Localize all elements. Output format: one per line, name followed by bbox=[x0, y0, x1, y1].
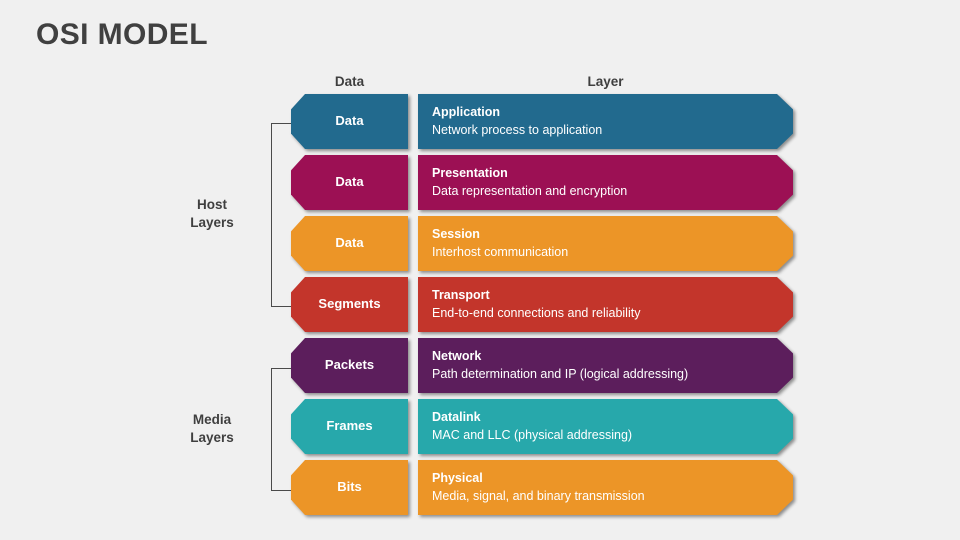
layer-shape-1: Application Network process to applicati… bbox=[418, 94, 793, 149]
layer-name-6: Datalink bbox=[432, 410, 481, 425]
osi-row-network: Packets Network Path determination and I… bbox=[0, 338, 960, 393]
data-unit-shape-1: Data bbox=[291, 94, 408, 149]
osi-row-physical: Bits Physical Media, signal, and binary … bbox=[0, 460, 960, 515]
data-unit-label-3: Data bbox=[335, 235, 364, 251]
data-unit-shape-7: Bits bbox=[291, 460, 408, 515]
osi-row-presentation: Data Presentation Data representation an… bbox=[0, 155, 960, 210]
osi-model-diagram: Host Layers Media Layers Data Applicatio… bbox=[0, 0, 960, 540]
layer-desc-6: MAC and LLC (physical addressing) bbox=[432, 427, 633, 442]
layer-shape-5: Network Path determination and IP (logic… bbox=[418, 338, 793, 393]
data-unit-box-4[interactable]: Segments bbox=[291, 277, 408, 332]
data-unit-box-6[interactable]: Frames bbox=[291, 399, 408, 454]
layer-name-4: Transport bbox=[432, 288, 490, 303]
data-unit-box-2[interactable]: Data bbox=[291, 155, 408, 210]
osi-row-datalink: Frames Datalink MAC and LLC (physical ad… bbox=[0, 399, 960, 454]
data-unit-shape-5: Packets bbox=[291, 338, 408, 393]
data-unit-shape-2: Data bbox=[291, 155, 408, 210]
layer-box-6[interactable]: Datalink MAC and LLC (physical addressin… bbox=[418, 399, 793, 454]
data-unit-box-1[interactable]: Data bbox=[291, 94, 408, 149]
layer-name-3: Session bbox=[432, 227, 480, 242]
layer-name-7: Physical bbox=[432, 471, 483, 486]
data-unit-label-6: Frames bbox=[326, 418, 373, 434]
osi-row-session: Data Session Interhost communication bbox=[0, 216, 960, 271]
layer-shape-3: Session Interhost communication bbox=[418, 216, 793, 271]
osi-row-transport: Segments Transport End-to-end connection… bbox=[0, 277, 960, 332]
layer-shape-6: Datalink MAC and LLC (physical addressin… bbox=[418, 399, 793, 454]
layer-box-7[interactable]: Physical Media, signal, and binary trans… bbox=[418, 460, 793, 515]
layer-shape-4: Transport End-to-end connections and rel… bbox=[418, 277, 793, 332]
layer-box-4[interactable]: Transport End-to-end connections and rel… bbox=[418, 277, 793, 332]
data-unit-label-4: Segments bbox=[318, 296, 381, 312]
data-unit-label-1: Data bbox=[335, 113, 364, 129]
data-unit-label-7: Bits bbox=[337, 479, 362, 495]
data-unit-shape-3: Data bbox=[291, 216, 408, 271]
data-unit-shape-6: Frames bbox=[291, 399, 408, 454]
layer-desc-1: Network process to application bbox=[432, 122, 603, 137]
layer-desc-3: Interhost communication bbox=[432, 244, 569, 259]
layer-name-1: Application bbox=[432, 105, 501, 120]
data-unit-label-2: Data bbox=[335, 174, 364, 190]
layer-desc-4: End-to-end connections and reliability bbox=[432, 305, 641, 320]
layer-shape-7: Physical Media, signal, and binary trans… bbox=[418, 460, 793, 515]
data-unit-shape-4: Segments bbox=[291, 277, 408, 332]
data-unit-box-5[interactable]: Packets bbox=[291, 338, 408, 393]
layer-box-1[interactable]: Application Network process to applicati… bbox=[418, 94, 793, 149]
layer-name-2: Presentation bbox=[432, 166, 508, 181]
layer-box-2[interactable]: Presentation Data representation and enc… bbox=[418, 155, 793, 210]
data-unit-label-5: Packets bbox=[324, 357, 375, 373]
layer-box-3[interactable]: Session Interhost communication bbox=[418, 216, 793, 271]
layer-box-5[interactable]: Network Path determination and IP (logic… bbox=[418, 338, 793, 393]
osi-row-application: Data Application Network process to appl… bbox=[0, 94, 960, 149]
layer-name-5: Network bbox=[432, 349, 482, 364]
layer-desc-2: Data representation and encryption bbox=[432, 183, 628, 198]
data-unit-box-7[interactable]: Bits bbox=[291, 460, 408, 515]
layer-desc-7: Media, signal, and binary transmission bbox=[432, 488, 645, 503]
layer-shape-2: Presentation Data representation and enc… bbox=[418, 155, 793, 210]
layer-desc-5: Path determination and IP (logical addre… bbox=[432, 366, 689, 381]
data-unit-box-3[interactable]: Data bbox=[291, 216, 408, 271]
